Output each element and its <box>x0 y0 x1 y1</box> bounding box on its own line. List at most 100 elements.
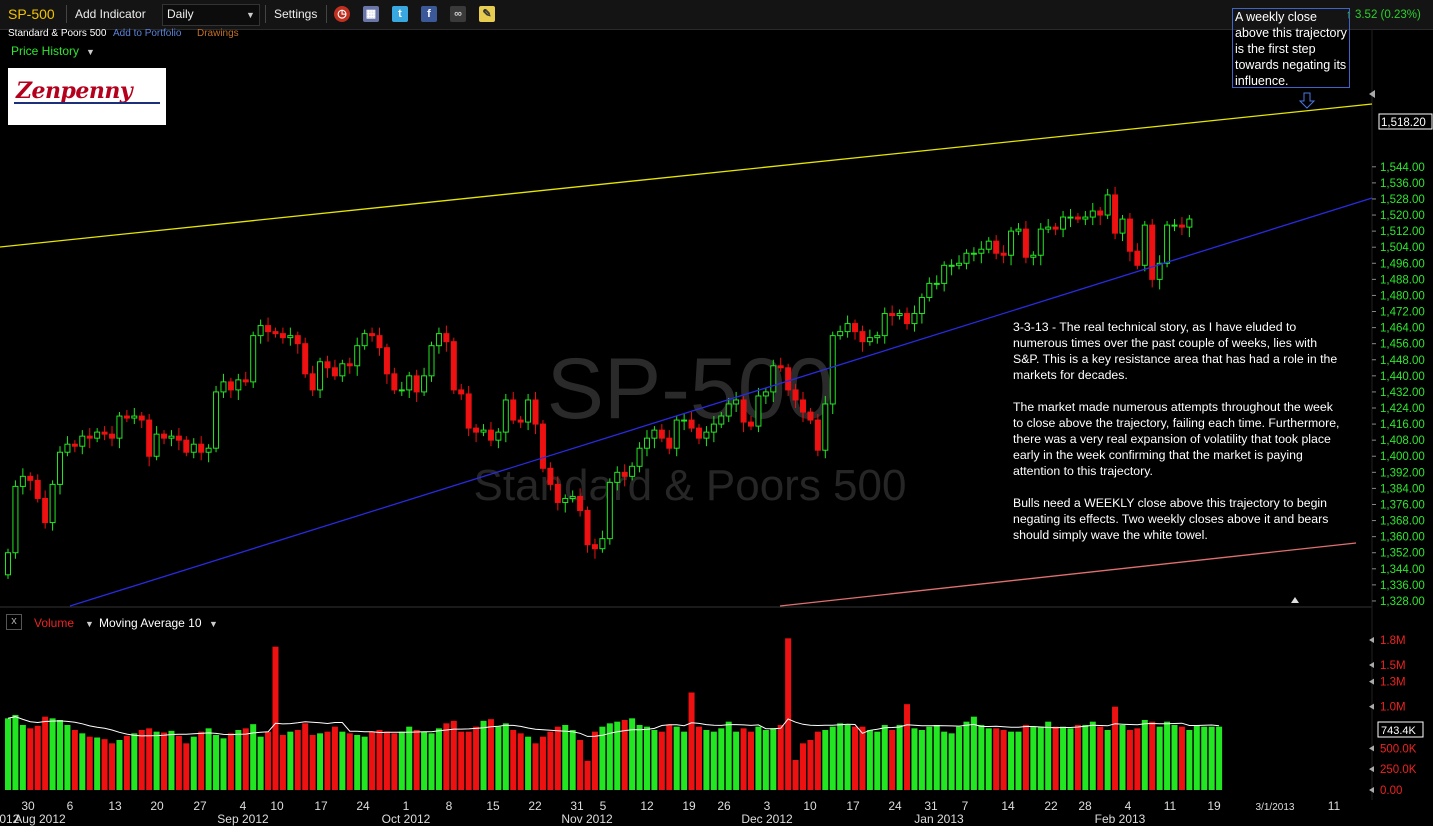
volume-axis-label: 500.0K <box>1380 743 1417 755</box>
candle <box>346 363 353 367</box>
volume-bar <box>391 733 398 790</box>
scroll-up-icon[interactable] <box>1291 597 1299 603</box>
x-axis-label: 4 <box>1125 799 1132 813</box>
volume-bar <box>49 718 56 790</box>
candle <box>1097 210 1104 216</box>
add-indicator-button[interactable]: Add Indicator <box>75 7 146 21</box>
candle <box>829 335 836 405</box>
volume-bar <box>480 720 487 790</box>
candle <box>896 313 903 317</box>
x-axis-label: 7 <box>962 799 969 813</box>
candle <box>287 335 294 339</box>
drawings-link[interactable]: Drawings <box>197 28 239 39</box>
volume-bar <box>369 731 376 790</box>
candle <box>636 447 643 467</box>
last-volume-box <box>1377 721 1424 738</box>
volume-bar <box>941 731 948 790</box>
price-axis-label: 1,400.00 <box>1380 451 1425 463</box>
volume-bar <box>198 731 205 790</box>
chevron-down-icon[interactable]: ▼ <box>209 619 218 629</box>
candle <box>606 481 613 540</box>
candle <box>413 375 420 393</box>
chevron-down-icon[interactable]: ▼ <box>85 619 94 629</box>
volume-bar <box>131 733 138 790</box>
candle <box>294 335 301 345</box>
volume-bar <box>770 728 777 790</box>
arrow-down-icon <box>1298 92 1316 109</box>
volume-bar <box>837 723 844 790</box>
candle <box>532 399 539 425</box>
volume-bar <box>926 726 933 790</box>
candle <box>762 391 769 397</box>
separator <box>326 5 327 23</box>
settings-button[interactable]: Settings <box>274 7 317 21</box>
candle <box>695 427 702 439</box>
candle <box>250 335 257 383</box>
volume-bar <box>591 731 598 790</box>
volume-bar <box>227 733 234 790</box>
volume-bar <box>443 723 450 790</box>
volume-bar <box>213 735 220 790</box>
candle <box>302 343 309 375</box>
volume-bar <box>473 726 480 790</box>
candle <box>227 381 234 391</box>
candle <box>666 437 673 449</box>
facebook-icon[interactable]: f <box>421 6 437 22</box>
note-icon[interactable]: ✎ <box>479 6 495 22</box>
price-history-menu[interactable]: Price History <box>11 44 79 58</box>
volume-bar <box>718 728 725 790</box>
x-axis-month-label: Oct 2012 <box>382 812 431 826</box>
volume-bar <box>220 738 227 790</box>
candle <box>19 475 26 487</box>
volume-bar <box>79 733 86 790</box>
price-axis-label: 1,440.00 <box>1380 371 1425 383</box>
volume-bar <box>435 728 442 790</box>
x-axis-label: 14 <box>1001 799 1015 813</box>
candle <box>309 373 316 391</box>
volume-bar <box>614 721 621 790</box>
candle <box>710 423 717 433</box>
volume-bar <box>354 735 361 790</box>
twitter-icon[interactable]: t <box>392 6 408 22</box>
x-axis-label: 12 <box>640 799 654 813</box>
price-change-value: 3.52 (0.23%) <box>1354 9 1421 21</box>
volume-bar <box>123 735 130 790</box>
price-axis-label: 1,424.00 <box>1380 403 1425 415</box>
close-volume-button[interactable]: x <box>6 614 22 630</box>
volume-bar <box>599 726 606 790</box>
binoculars-icon[interactable]: ∞ <box>450 6 466 22</box>
candle <box>978 248 985 254</box>
logo-underline <box>14 102 160 104</box>
candle <box>265 325 272 333</box>
volume-bar <box>904 704 911 790</box>
candle <box>428 345 435 377</box>
add-to-portfolio-link[interactable]: Add to Portfolio <box>113 28 181 39</box>
candle <box>725 403 732 417</box>
volume-bar <box>1156 726 1163 790</box>
x-axis-label: 10 <box>270 799 284 813</box>
candle <box>1060 216 1067 230</box>
volume-bar <box>487 719 494 790</box>
volume-bar <box>695 726 702 790</box>
candle <box>844 323 851 333</box>
volume-bar <box>562 725 569 790</box>
price-axis-label: 1,520.00 <box>1380 210 1425 222</box>
x-axis-label: 5 <box>600 799 607 813</box>
volume-bar <box>168 730 175 790</box>
volume-bar <box>800 743 807 790</box>
x-axis-label: 11 <box>1328 799 1341 813</box>
candle <box>450 341 457 391</box>
print-icon[interactable]: ▦ <box>363 6 379 22</box>
candle <box>1037 228 1044 256</box>
volume-bar <box>1216 726 1223 790</box>
volume-bar <box>146 728 153 790</box>
volume-bar <box>1060 726 1067 790</box>
alarm-clock-icon[interactable]: ◷ <box>334 6 350 22</box>
volume-bar <box>257 736 264 790</box>
candle <box>718 415 725 425</box>
candle <box>123 415 130 419</box>
ticker-symbol[interactable]: SP-500 <box>8 6 55 22</box>
interval-select-value: Daily <box>167 7 194 21</box>
volume-bar <box>1208 726 1215 790</box>
volume-bar <box>703 730 710 790</box>
